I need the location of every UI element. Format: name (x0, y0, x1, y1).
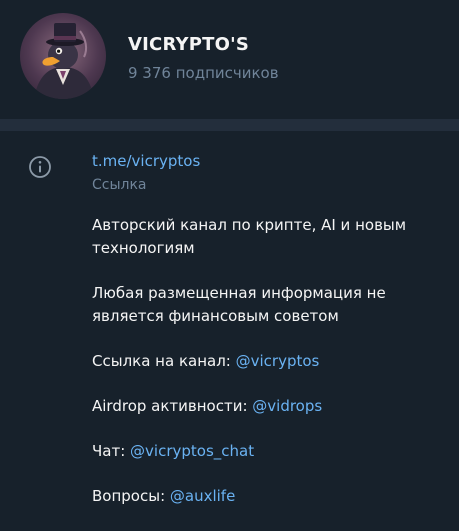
questions-mention-link[interactable]: @auxlife (170, 487, 235, 505)
channel-link[interactable]: t.me/vicryptos (92, 150, 442, 172)
subscriber-count: 9 376 подписчиков (128, 64, 279, 82)
duck-in-top-hat-avatar-icon (34, 23, 94, 99)
description-chat-line: Чат: @vicryptos_chat (92, 440, 442, 463)
description-airdrop-line: Airdrop активности: @vidrops (92, 395, 442, 418)
chat-label: Чат: (92, 442, 131, 460)
airdrop-label: Airdrop активности: (92, 397, 253, 415)
description-line-1: Авторский канал по крипте, AI и новым те… (92, 216, 407, 257)
airdrop-mention-link[interactable]: @vidrops (252, 397, 322, 415)
channel-header: VICRYPTO'S 9 376 подписчиков (0, 0, 459, 119)
channel-description: Авторский канал по крипте, AI и новым те… (92, 214, 442, 508)
channel-mention-link[interactable]: @vicryptos (236, 352, 320, 370)
chat-mention-link[interactable]: @vicryptos_chat (130, 442, 254, 460)
channel-avatar[interactable] (20, 13, 106, 99)
description-line-2: Любая размещенная информация не является… (92, 284, 386, 325)
description-channel-line: Ссылка на канал: @vicryptos (92, 350, 442, 373)
channel-label: Ссылка на канал: (92, 352, 236, 370)
channel-title: VICRYPTO'S (128, 34, 249, 55)
questions-label: Вопросы: (92, 487, 170, 505)
channel-link-caption: Ссылка (92, 177, 147, 193)
description-questions-line: Вопросы: @auxlife (92, 485, 442, 508)
info-icon (28, 155, 52, 179)
section-divider (0, 119, 459, 131)
channel-info: t.me/vicryptos Ссылка Авторский канал по… (92, 150, 442, 508)
